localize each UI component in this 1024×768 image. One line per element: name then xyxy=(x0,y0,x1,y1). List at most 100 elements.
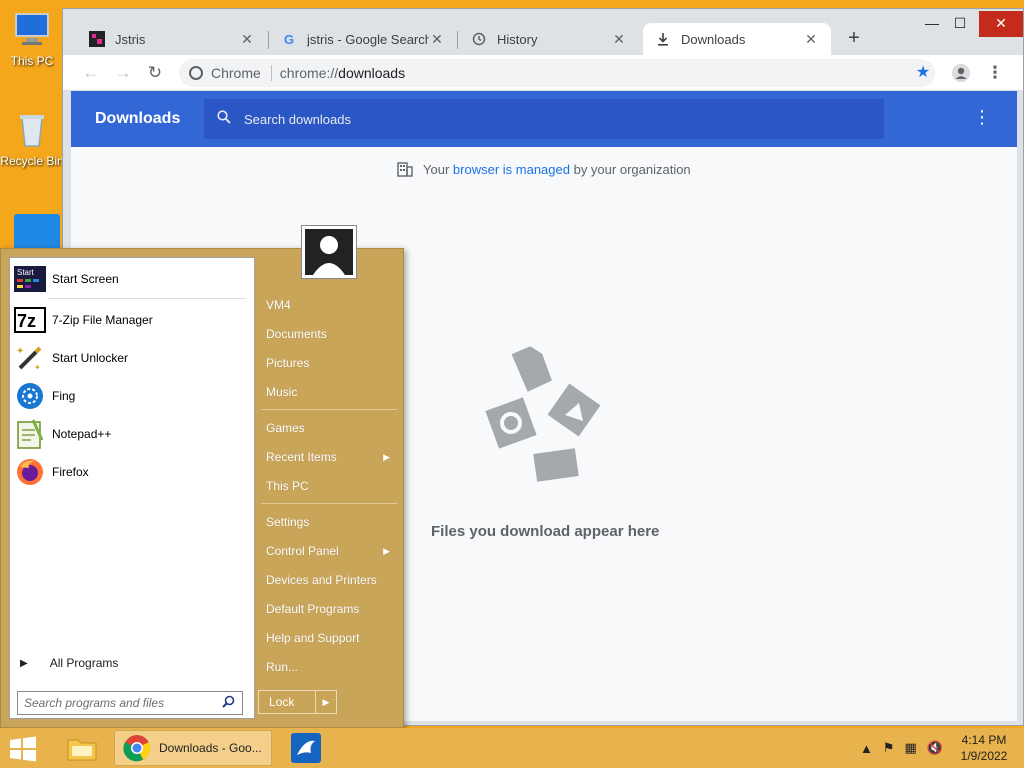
taskbar-app-bird[interactable] xyxy=(284,730,328,766)
all-programs-label: All Programs xyxy=(49,656,119,670)
desktop-icon-label: Recycle Bin xyxy=(0,154,64,168)
tab-google-search[interactable]: G jstris - Google Search ✕ xyxy=(269,23,457,55)
clock-date: 1/9/2022 xyxy=(960,749,1008,763)
jstris-icon xyxy=(89,31,105,47)
address-bar[interactable]: Chrome chrome://downloads ⇪ xyxy=(179,59,965,87)
tab-title: History xyxy=(497,31,538,47)
start-right-run[interactable]: Run... xyxy=(266,655,396,679)
desktop-icon-this-pc[interactable]: This PC xyxy=(0,10,64,68)
start-right-vm4[interactable]: VM4 xyxy=(266,293,396,317)
start-item-label: Notepad++ xyxy=(52,427,112,441)
network-icon[interactable]: ▦ xyxy=(905,740,917,756)
tab-title: Downloads xyxy=(681,31,746,47)
start-item-start-screen[interactable]: Start Start Screen xyxy=(14,262,250,296)
profile-avatar-icon[interactable] xyxy=(949,61,973,85)
desktop-icon-label: This PC xyxy=(10,54,54,68)
user-silhouette-icon xyxy=(305,229,353,275)
chevron-right-icon[interactable]: ▶ xyxy=(316,697,336,708)
triangle-right-icon: ▶ xyxy=(20,657,28,669)
star-bookmark-icon[interactable]: ★ xyxy=(911,61,935,85)
start-right-recent-items[interactable]: Recent Items ▶ xyxy=(266,445,396,469)
start-item-7zip[interactable]: 7z 7-Zip File Manager xyxy=(14,303,250,337)
more-options-icon[interactable]: ⋮ xyxy=(973,107,991,127)
tab-title: jstris - Google Search xyxy=(307,31,429,47)
search-icon xyxy=(204,110,244,128)
back-button[interactable]: ← xyxy=(79,61,103,85)
start-item-label: Firefox xyxy=(52,465,89,479)
close-icon[interactable]: ✕ xyxy=(611,31,627,48)
tab-jstris[interactable]: Jstris ✕ xyxy=(77,23,267,55)
managed-link[interactable]: browser is managed xyxy=(453,162,570,177)
close-window-button[interactable]: ✕ xyxy=(979,11,1023,37)
start-search-input[interactable]: Search programs and files xyxy=(17,691,243,715)
submenu-arrow-icon: ▶ xyxy=(383,452,390,462)
all-programs-button[interactable]: ▶ All Programs xyxy=(20,656,118,670)
start-item-label: Start Unlocker xyxy=(52,351,129,365)
tab-separator xyxy=(457,31,458,49)
start-right-games[interactable]: Games xyxy=(266,416,396,440)
computer-icon xyxy=(12,10,52,50)
folder-icon xyxy=(67,739,97,761)
managed-notice: Your browser is managed by your organiza… xyxy=(397,161,691,177)
close-icon[interactable]: ✕ xyxy=(429,31,445,48)
tab-downloads[interactable]: Downloads ✕ xyxy=(643,23,831,55)
start-item-start-unlocker[interactable]: ✦ ✦ Start Unlocker xyxy=(14,341,250,375)
start-right-default-programs[interactable]: Default Programs xyxy=(266,597,396,621)
start-right-control-panel[interactable]: Control Panel ▶ xyxy=(266,539,396,563)
reload-button[interactable]: ↻ xyxy=(143,61,167,85)
tab-history[interactable]: History ✕ xyxy=(459,23,639,55)
history-icon xyxy=(471,31,487,47)
tab-strip: Jstris ✕ G jstris - Google Search ✕ Hist… xyxy=(63,9,1023,55)
new-tab-button[interactable]: + xyxy=(843,27,865,49)
downloads-header: Downloads Search downloads ⋮ xyxy=(71,91,1017,147)
recycle-bin-icon xyxy=(12,110,52,150)
browser-toolbar: ← → ↻ Chrome chrome://downloads ⇪ ★ ⋮ xyxy=(63,55,1023,91)
search-icon[interactable] xyxy=(222,695,242,711)
clock[interactable]: 4:14 PM 1/9/2022 xyxy=(954,732,1014,764)
desktop-icon-recycle-bin[interactable]: Recycle Bin xyxy=(0,110,64,168)
search-downloads-input[interactable]: Search downloads xyxy=(204,99,884,139)
start-right-this-pc[interactable]: This PC xyxy=(266,474,396,498)
bird-app-icon xyxy=(291,733,321,763)
start-item-label: 7-Zip File Manager xyxy=(52,313,153,327)
separator xyxy=(48,298,246,299)
start-item-fing[interactable]: Fing xyxy=(14,379,250,413)
start-item-firefox[interactable]: Firefox xyxy=(14,455,250,489)
user-avatar[interactable] xyxy=(301,225,357,279)
separator xyxy=(261,503,397,504)
show-hidden-icons-icon[interactable]: ▲ xyxy=(860,741,873,756)
search-placeholder: Search downloads xyxy=(244,111,351,127)
lock-button[interactable]: Lock ▶ xyxy=(258,690,337,714)
windows-start-button[interactable] xyxy=(8,736,38,762)
magic-wand-icon: ✦ ✦ xyxy=(14,342,46,374)
lock-label: Lock xyxy=(259,691,316,713)
separator xyxy=(261,409,397,410)
start-right-documents[interactable]: Documents xyxy=(266,322,396,346)
forward-button[interactable]: → xyxy=(111,61,135,85)
building-icon xyxy=(397,161,413,177)
svg-text:7z: 7z xyxy=(17,311,36,331)
start-right-music[interactable]: Music xyxy=(266,380,396,404)
start-right-help-support[interactable]: Help and Support xyxy=(266,626,396,650)
maximize-button[interactable]: ☐ xyxy=(943,11,977,37)
start-right-pictures[interactable]: Pictures xyxy=(266,351,396,375)
close-icon[interactable]: ✕ xyxy=(239,31,255,48)
volume-muted-icon[interactable]: 🔇 xyxy=(927,740,943,756)
start-right-devices-printers[interactable]: Devices and Printers xyxy=(266,568,396,592)
start-right-settings[interactable]: Settings xyxy=(266,510,396,534)
taskbar: Downloads - Goo... ▲ ⚑ ▦ 🔇 4:14 PM 1/9/2… xyxy=(0,728,1024,768)
start-item-notepadpp[interactable]: Notepad++ xyxy=(14,417,250,451)
start-menu: Start Start Screen 7z 7-Zip File Manager… xyxy=(0,225,404,728)
managed-prefix: Your xyxy=(423,161,450,177)
tab-title: Jstris xyxy=(115,31,146,47)
taskbar-chrome[interactable]: Downloads - Goo... xyxy=(114,730,272,766)
desktop-shortcut-icon[interactable] xyxy=(14,214,60,250)
chrome-icon xyxy=(123,735,151,762)
taskbar-file-explorer[interactable] xyxy=(60,730,104,766)
svg-text:✦: ✦ xyxy=(34,363,41,372)
browser-menu-icon[interactable]: ⋮ xyxy=(983,61,1007,85)
flag-icon[interactable]: ⚑ xyxy=(883,740,895,756)
page-title: Downloads xyxy=(95,110,181,127)
close-icon[interactable]: ✕ xyxy=(803,31,819,48)
svg-text:Start: Start xyxy=(17,268,35,277)
